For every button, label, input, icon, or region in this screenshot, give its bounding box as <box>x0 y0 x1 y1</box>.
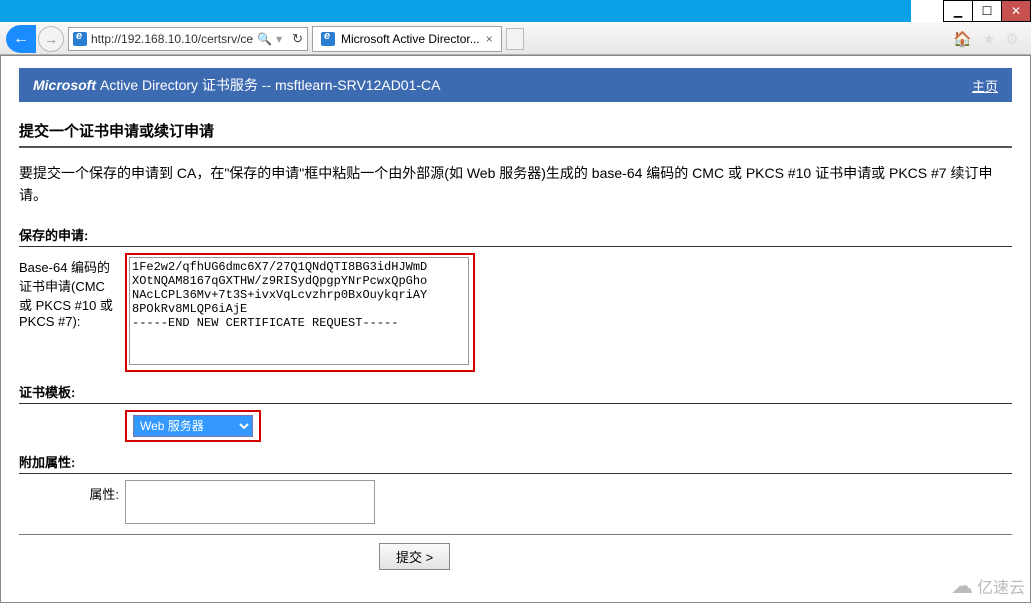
page-heading: 提交一个证书申请或续订申请 <box>19 120 1012 148</box>
attr-label: 属性: <box>19 480 119 503</box>
close-button[interactable] <box>1001 0 1031 22</box>
template-section-label: 证书模板: <box>19 382 1012 404</box>
brand-text: Microsoft <box>33 77 96 93</box>
home-icon[interactable]: 🏠 <box>953 30 972 48</box>
cert-highlight-box <box>125 253 475 372</box>
attr-row: 属性: <box>19 480 1012 524</box>
browser-toolbar: ← → http://192.168.10.10/certsrv/ce 🔍 ▾ … <box>0 22 1031 55</box>
page-content: Microsoft Active Directory 证书服务 -- msftl… <box>1 56 1030 602</box>
addr-sep: ▾ <box>276 32 282 46</box>
tab-close-icon[interactable]: × <box>486 32 493 46</box>
maximize-button[interactable] <box>972 0 1002 22</box>
cert-request-row: Base-64 编码的证书申请(CMC 或 PKCS #10 或 PKCS #7… <box>19 253 1012 372</box>
search-icon[interactable]: 🔍 <box>257 32 272 46</box>
saved-request-label: 保存的申请: <box>19 225 1012 247</box>
submit-button[interactable]: 提交 > <box>379 543 450 570</box>
template-row: Web 服务器 <box>19 410 1012 442</box>
template-select[interactable]: Web 服务器 <box>133 415 253 437</box>
favorites-icon[interactable]: ★ <box>982 30 995 48</box>
window-controls <box>944 0 1031 22</box>
toolbar-right-icons: 🏠 ★ ⚙ <box>953 30 1025 48</box>
browser-tab[interactable]: Microsoft Active Director... × <box>312 26 502 52</box>
intro-text: 要提交一个保存的申请到 CA，在"保存的申请"框中粘贴一个由外部源(如 Web … <box>19 162 999 207</box>
template-highlight-box: Web 服务器 <box>125 410 261 442</box>
submit-row: 提交 > <box>19 534 1012 570</box>
tab-title: Microsoft Active Director... <box>341 32 480 46</box>
home-link[interactable]: 主页 <box>972 76 998 95</box>
ie-site-icon <box>73 32 87 46</box>
nav-buttons: ← → <box>6 25 64 53</box>
page-scroll[interactable]: Microsoft Active Directory 证书服务 -- msftl… <box>1 56 1030 602</box>
template-spacer <box>19 410 119 414</box>
tab-site-icon <box>321 32 335 46</box>
forward-button[interactable]: → <box>38 26 64 52</box>
back-button[interactable]: ← <box>6 25 36 53</box>
url-text: http://192.168.10.10/certsrv/ce <box>91 32 253 46</box>
settings-icon[interactable]: ⚙ <box>1006 30 1019 48</box>
window-accent-strip <box>0 0 911 22</box>
minimize-button[interactable] <box>943 0 973 22</box>
new-tab-button[interactable] <box>506 28 524 50</box>
attr-section-label: 附加属性: <box>19 452 1012 474</box>
cert-request-textarea[interactable] <box>129 257 469 365</box>
service-banner: Microsoft Active Directory 证书服务 -- msftl… <box>19 68 1012 102</box>
page-frame: Microsoft Active Directory 证书服务 -- msftl… <box>0 55 1031 603</box>
cert-field-label: Base-64 编码的证书申请(CMC 或 PKCS #10 或 PKCS #7… <box>19 253 119 329</box>
service-text: Active Directory 证书服务 -- msftlearn-SRV12… <box>100 75 440 95</box>
attr-textarea[interactable] <box>125 480 375 524</box>
refresh-icon[interactable]: ↻ <box>292 31 303 47</box>
address-bar[interactable]: http://192.168.10.10/certsrv/ce 🔍 ▾ ↻ <box>68 27 308 51</box>
